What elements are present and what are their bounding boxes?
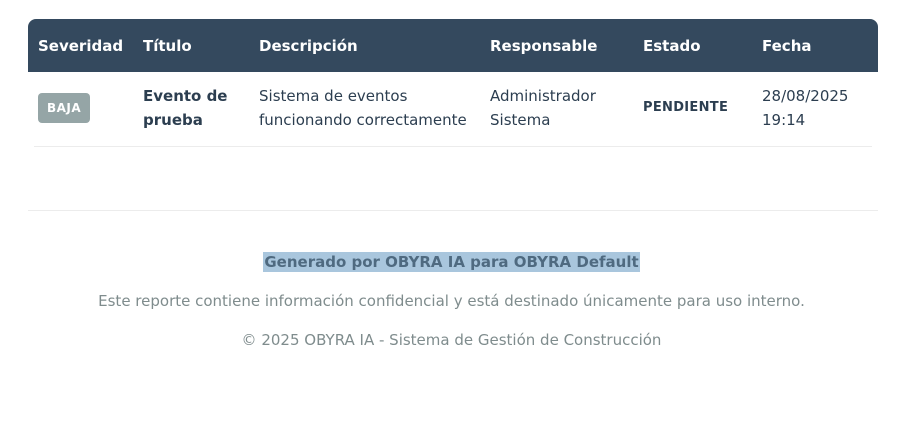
severity-cell: BAJA xyxy=(28,72,133,146)
events-table: Severidad Título Descripción Responsable… xyxy=(28,19,878,146)
column-header-status: Estado xyxy=(633,19,752,72)
column-header-date: Fecha xyxy=(752,19,878,72)
column-header-title: Título xyxy=(133,19,249,72)
generated-by-text: Generado por OBYRA IA para OBYRA Default xyxy=(0,252,903,272)
owner-cell: Administrador Sistema xyxy=(480,72,633,146)
confidential-notice: Este reporte contiene información confid… xyxy=(98,292,805,310)
events-table-container: Severidad Título Descripción Responsable… xyxy=(28,19,878,146)
table-header-row: Severidad Título Descripción Responsable… xyxy=(28,19,878,72)
column-header-severity: Severidad xyxy=(28,19,133,72)
copyright-text: © 2025 OBYRA IA - Sistema de Gestión de … xyxy=(241,331,662,349)
description-line: funcionando correctamente xyxy=(259,111,467,129)
title-cell: Evento de prueba xyxy=(133,72,249,146)
column-header-description: Descripción xyxy=(249,19,480,72)
date-line: 28/08/2025 xyxy=(762,87,849,105)
title-line: prueba xyxy=(143,111,203,129)
generated-by-highlight: Generado por OBYRA IA para OBYRA Default xyxy=(263,252,640,272)
column-header-owner: Responsable xyxy=(480,19,633,72)
description-line: Sistema de eventos xyxy=(259,87,408,105)
time-line: 19:14 xyxy=(762,111,806,129)
owner-line: Administrador xyxy=(490,87,596,105)
severity-badge: BAJA xyxy=(38,93,91,123)
owner-line: Sistema xyxy=(490,111,551,129)
footer-divider xyxy=(28,210,878,211)
date-cell: 28/08/2025 19:14 xyxy=(752,72,878,146)
status-cell: PENDIENTE xyxy=(643,100,729,115)
row-separator xyxy=(34,146,872,147)
description-cell: Sistema de eventos funcionando correctam… xyxy=(249,72,480,146)
title-line: Evento de xyxy=(143,87,228,105)
table-row: BAJA Evento de prueba Sistema de eventos… xyxy=(28,72,878,146)
